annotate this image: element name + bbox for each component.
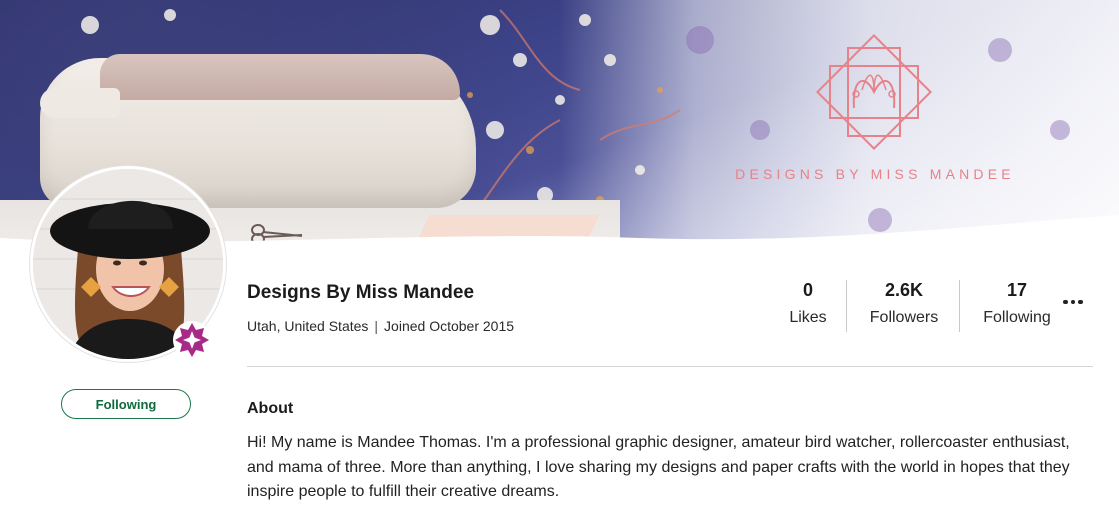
followers-count: 2.6K	[884, 280, 924, 300]
about-text: Hi! My name is Mandee Thomas. I'm a prof…	[247, 434, 1070, 500]
brand-logo-icon	[816, 34, 932, 150]
following-button[interactable]: Following	[61, 389, 191, 419]
meta-separator: |	[374, 318, 379, 334]
brand-logo-text: DESIGNS BY MISS MANDEE	[735, 166, 1015, 182]
likes-count: 0	[802, 280, 813, 300]
profile-location: Utah, United States	[247, 318, 369, 334]
likes-label: Likes	[789, 309, 827, 326]
star-badge-icon	[173, 321, 211, 359]
stat-following[interactable]: 17 Following	[978, 280, 1056, 327]
stat-likes[interactable]: 0 Likes	[770, 280, 846, 327]
stat-divider	[846, 280, 847, 332]
followers-label: Followers	[869, 309, 939, 326]
section-divider	[247, 366, 1093, 367]
profile-joined-date: Joined October 2015	[384, 318, 515, 334]
profile-name: Designs By Miss Mandee	[247, 282, 475, 303]
stat-followers[interactable]: 2.6K Followers	[864, 280, 944, 327]
profile-meta: Utah, United States | Joined October 201…	[247, 318, 514, 334]
following-count: 17	[1006, 280, 1028, 300]
following-label: Following	[983, 309, 1051, 326]
about-heading: About	[247, 400, 294, 417]
more-horizontal-icon[interactable]	[1058, 290, 1088, 314]
stat-divider	[959, 280, 960, 332]
